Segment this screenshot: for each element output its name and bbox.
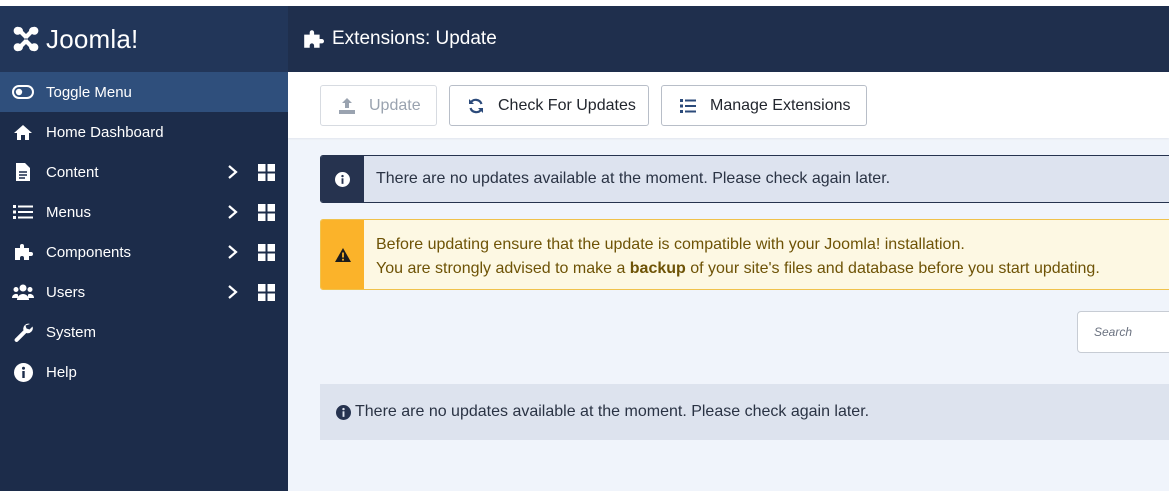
sidebar-item-menus[interactable]: Menus	[0, 192, 288, 232]
warning-line-1: Before updating ensure that the update i…	[376, 236, 965, 253]
page-header: Extensions: Update	[288, 6, 1169, 72]
alert-icon-area	[321, 156, 364, 202]
refresh-icon	[469, 98, 483, 113]
sidebar-item-users[interactable]: Users	[0, 272, 288, 312]
chevron-right-icon[interactable]	[226, 284, 240, 300]
backup-emphasis: backup	[629, 260, 686, 277]
users-icon	[12, 283, 34, 301]
alert-icon-area	[321, 220, 364, 289]
toggle-icon	[12, 83, 34, 101]
info-alert: There are no updates available at the mo…	[320, 155, 1169, 203]
home-icon	[12, 123, 34, 141]
check-for-updates-label: Check For Updates	[498, 96, 636, 114]
info-alert-text: There are no updates available at the mo…	[376, 170, 891, 187]
toolbar: Update Check For Updates Manage Extensio…	[288, 72, 1169, 138]
sidebar-item-label: Content	[46, 163, 99, 181]
list-icon	[680, 98, 696, 113]
manage-extensions-label: Manage Extensions	[710, 96, 851, 114]
brand-name: Joomla!	[46, 23, 139, 54]
sidebar-item-label: System	[46, 323, 97, 341]
dashboard-grid-icon[interactable]	[258, 164, 275, 181]
app-window: Joomla! Toggle Menu Home Dashboard Conte…	[0, 6, 1169, 491]
manage-extensions-button[interactable]: Manage Extensions	[661, 85, 867, 126]
info-icon	[335, 171, 350, 187]
info-icon	[12, 362, 34, 382]
sidebar: Joomla! Toggle Menu Home Dashboard Conte…	[0, 6, 288, 491]
sidebar-item-toggle-menu[interactable]: Toggle Menu	[0, 72, 288, 112]
upload-icon	[339, 97, 355, 114]
dashboard-grid-icon[interactable]	[258, 284, 275, 301]
sidebar-item-label: Home Dashboard	[46, 123, 164, 141]
sidebar-item-label: Components	[46, 243, 132, 261]
sidebar-item-home-dashboard[interactable]: Home Dashboard	[0, 112, 288, 152]
dashboard-grid-icon[interactable]	[258, 244, 275, 261]
search-input[interactable]	[1077, 311, 1169, 353]
sidebar-item-help[interactable]: Help	[0, 352, 288, 392]
main-content: Extensions: Update Update Check For Upda…	[288, 6, 1169, 491]
puzzle-icon	[12, 243, 34, 261]
sidebar-item-label: Menus	[46, 203, 92, 221]
check-for-updates-button[interactable]: Check For Updates	[449, 85, 649, 126]
chevron-right-icon[interactable]	[226, 164, 240, 180]
brand-logo[interactable]: Joomla!	[0, 6, 288, 72]
sidebar-item-label: Users	[46, 283, 86, 301]
update-button[interactable]: Update	[320, 85, 437, 126]
sidebar-item-label: Toggle Menu	[46, 83, 132, 101]
sidebar-item-components[interactable]: Components	[0, 232, 288, 272]
page-title: Extensions: Update	[332, 28, 497, 49]
warning-icon	[334, 247, 351, 262]
warning-alert-text: Before updating ensure that the update i…	[364, 220, 1169, 289]
puzzle-icon	[304, 30, 324, 48]
joomla-logo-icon	[13, 26, 39, 52]
warning-line-2-post: of your site's files and database before…	[685, 260, 1100, 277]
sidebar-item-content[interactable]: Content	[0, 152, 288, 192]
warning-line-2: You are strongly advised to make a backu…	[376, 257, 1169, 281]
no-updates-message: There are no updates available at the mo…	[320, 384, 1169, 440]
update-button-label: Update	[369, 96, 421, 114]
chevron-right-icon[interactable]	[226, 204, 240, 220]
chevron-right-icon[interactable]	[226, 244, 240, 260]
list-icon	[12, 203, 34, 221]
warning-line-2-pre: You are strongly advised to make a	[376, 260, 630, 277]
file-icon	[12, 163, 34, 181]
info-icon	[336, 404, 351, 420]
sidebar-item-system[interactable]: System	[0, 312, 288, 352]
no-updates-text: There are no updates available at the mo…	[355, 403, 870, 420]
wrench-icon	[12, 323, 34, 342]
sidebar-item-label: Help	[46, 363, 77, 381]
dashboard-grid-icon[interactable]	[258, 204, 275, 221]
warning-alert: Before updating ensure that the update i…	[320, 219, 1169, 290]
